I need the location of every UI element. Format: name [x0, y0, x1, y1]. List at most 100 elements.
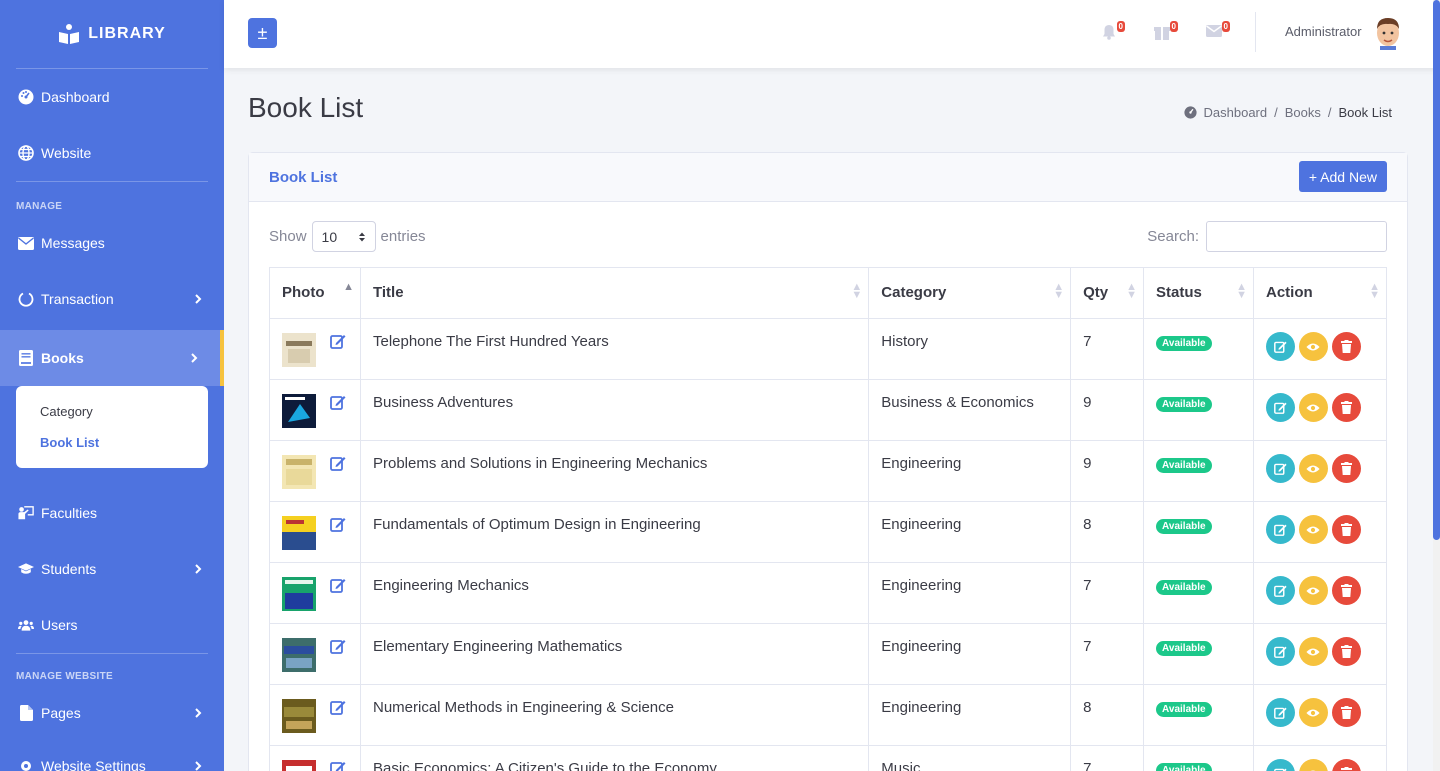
book-cover-thumbnail	[282, 333, 316, 367]
cell-action	[1252, 501, 1388, 563]
sidebar-item-dashboard[interactable]: Dashboard	[0, 69, 224, 125]
delete-button[interactable]	[1331, 698, 1361, 727]
edit-button[interactable]	[1265, 454, 1295, 483]
sidebar-item-students[interactable]: Students	[0, 541, 224, 597]
breadcrumb-dashboard[interactable]: Dashboard	[1204, 105, 1268, 120]
orders-count-badge: 0	[1169, 21, 1178, 32]
orders-button[interactable]: 0	[1154, 21, 1178, 40]
messages-button[interactable]: 0	[1206, 21, 1230, 40]
sidebar-item-faculties[interactable]: Faculties	[0, 485, 224, 541]
column-header-qty[interactable]: Qty ▲ ▼	[1070, 267, 1145, 319]
delete-button[interactable]	[1331, 576, 1361, 605]
edit-button[interactable]	[1265, 576, 1295, 605]
sidebar-item-books[interactable]: Books	[0, 330, 224, 386]
edit-button[interactable]	[1265, 332, 1295, 361]
delete-button[interactable]	[1331, 759, 1361, 771]
view-button[interactable]	[1298, 332, 1328, 361]
chevron-right-icon	[195, 564, 202, 574]
submenu-item-book-list[interactable]: Book List	[16, 427, 208, 458]
edit-button[interactable]	[1265, 637, 1295, 666]
cell-qty: 8	[1070, 684, 1145, 746]
edit-photo-icon[interactable]	[330, 760, 346, 771]
cell-category: Engineering	[868, 562, 1072, 624]
delete-button[interactable]	[1331, 515, 1361, 544]
column-header-action[interactable]: Action ▲ ▼	[1252, 267, 1388, 319]
view-button[interactable]	[1298, 698, 1328, 727]
sidebar-item-label: Faculties	[41, 505, 98, 521]
avatar[interactable]	[1374, 16, 1402, 50]
alerts-button[interactable]: 0	[1101, 21, 1125, 40]
sidebar-item-website-settings[interactable]: Website Settings	[0, 738, 224, 771]
table-row: Elementary Engineering Mathematics Engine…	[269, 623, 1388, 685]
edit-photo-icon[interactable]	[330, 699, 346, 715]
cell-title: Telephone The First Hundred Years	[359, 318, 870, 380]
edit-photo-icon[interactable]	[330, 333, 346, 349]
edit-photo-icon[interactable]	[330, 638, 346, 654]
view-button[interactable]	[1298, 576, 1328, 605]
cell-photo	[269, 745, 361, 771]
book-cover-thumbnail	[282, 760, 316, 771]
user-name[interactable]: Administrator	[1285, 24, 1362, 39]
edit-photo-icon[interactable]	[330, 516, 346, 532]
cell-category: Music	[868, 745, 1072, 771]
edit-button[interactable]	[1265, 515, 1295, 544]
table-body: Telephone The First Hundred Years History…	[269, 318, 1388, 771]
breadcrumb-books[interactable]: Books	[1285, 105, 1321, 120]
view-button[interactable]	[1298, 393, 1328, 422]
delete-button[interactable]	[1331, 393, 1361, 422]
add-new-button[interactable]: + Add New	[1298, 161, 1387, 192]
library-logo-icon	[59, 24, 80, 44]
column-header-category[interactable]: Category ▲ ▼	[868, 267, 1072, 319]
page-length-select[interactable]: 10	[311, 221, 376, 252]
status-badge: Available	[1156, 763, 1212, 771]
sidebar-item-pages[interactable]: Pages	[0, 688, 224, 738]
edit-icon	[1274, 524, 1287, 536]
status-badge: Available	[1156, 641, 1212, 656]
view-button[interactable]	[1298, 515, 1328, 544]
view-button[interactable]	[1298, 454, 1328, 483]
delete-button[interactable]	[1331, 637, 1361, 666]
edit-button[interactable]	[1265, 759, 1295, 771]
edit-photo-icon[interactable]	[330, 455, 346, 471]
column-header-photo[interactable]: Photo ▲	[269, 267, 361, 319]
book-cover-thumbnail	[282, 638, 316, 672]
delete-button[interactable]	[1331, 332, 1361, 361]
delete-button[interactable]	[1331, 454, 1361, 483]
book-icon	[18, 350, 34, 366]
page-scrollbar[interactable]	[1433, 0, 1440, 771]
sidebar-item-transaction[interactable]: Transaction	[0, 268, 224, 330]
show-label: Show	[269, 228, 307, 245]
brand[interactable]: LIBRARY	[0, 0, 224, 68]
breadcrumb: Dashboard / Books / Book List	[1183, 105, 1392, 120]
sidebar-toggle-button[interactable]: ±	[248, 18, 277, 48]
cell-status: Available	[1143, 745, 1254, 771]
edit-photo-icon[interactable]	[330, 577, 346, 593]
sidebar-item-website[interactable]: Website	[0, 125, 224, 181]
search-input[interactable]	[1206, 221, 1387, 252]
edit-photo-icon[interactable]	[330, 394, 346, 410]
cell-photo	[269, 501, 361, 563]
submenu-item-category[interactable]: Category	[16, 396, 208, 427]
view-button[interactable]	[1298, 759, 1328, 771]
view-button[interactable]	[1298, 637, 1328, 666]
sidebar-item-users[interactable]: Users	[0, 597, 224, 653]
cell-photo	[269, 623, 361, 685]
edit-button[interactable]	[1265, 393, 1295, 422]
column-header-status[interactable]: Status ▲ ▼	[1143, 267, 1254, 319]
chevron-right-icon	[195, 761, 202, 771]
books-submenu: Category Book List	[16, 386, 208, 468]
edit-button[interactable]	[1265, 698, 1295, 727]
chevron-right-icon	[191, 353, 198, 363]
status-badge: Available	[1156, 519, 1212, 534]
cell-category: History	[868, 318, 1072, 380]
page-length-control: Show 10 entries	[269, 221, 426, 252]
scrollbar-thumb[interactable]	[1433, 0, 1440, 540]
sidebar-item-messages[interactable]: Messages	[0, 218, 224, 268]
cell-category: Engineering	[868, 684, 1072, 746]
bell-icon	[1103, 25, 1115, 40]
sidebar: LIBRARY Dashboard Website MANAGE Message…	[0, 0, 224, 771]
cell-status: Available	[1143, 623, 1254, 685]
cell-action	[1252, 623, 1388, 685]
column-header-title[interactable]: Title ▲ ▼	[359, 267, 870, 319]
cell-status: Available	[1143, 562, 1254, 624]
